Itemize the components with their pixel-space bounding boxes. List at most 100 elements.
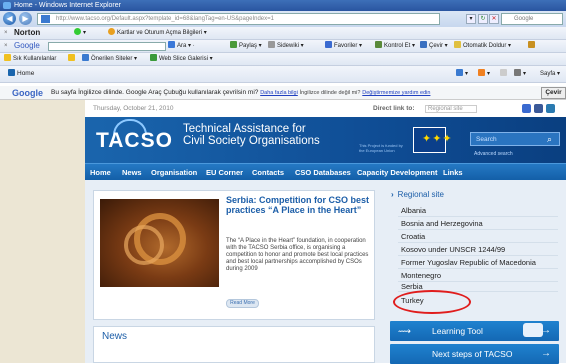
browser-search-input[interactable]: Google [501, 13, 563, 25]
learning-tool-icon [523, 323, 543, 337]
ie-icon [3, 2, 11, 9]
norton-safe-icon[interactable]: ▾ [74, 27, 86, 39]
google-search-button[interactable]: Ara ▾ · [168, 40, 195, 52]
arrow-right-icon: → [541, 325, 551, 336]
forward-arrow-icon[interactable]: ▶ [19, 12, 32, 25]
share-button[interactable]: Paylaş ▾ [230, 40, 262, 52]
turkey-highlight-circle [393, 290, 471, 314]
region-montenegro[interactable]: Montenegro [398, 269, 558, 282]
norton-brand: Norton [14, 28, 41, 37]
nav-capacity-development[interactable]: Capacity Development [357, 164, 437, 181]
news-heading: News [102, 331, 128, 342]
nav-news[interactable]: News [122, 164, 142, 181]
print-icon[interactable]: ▾ [514, 66, 526, 82]
url-field[interactable]: http://www.tacso.org/Default.aspx?templa… [37, 13, 440, 25]
translate-page-button[interactable]: Çevir [541, 87, 566, 99]
url-text: http://www.tacso.org/Default.aspx?templa… [56, 16, 274, 22]
favorites-star-button[interactable]: Favoriler ▾ [325, 40, 362, 52]
wrench-icon[interactable] [528, 40, 537, 52]
tacso-website: Thursday, October 21, 2010 Direct link t… [85, 100, 566, 364]
back-arrow-icon[interactable]: ◀ [3, 12, 16, 25]
regional-site-heading: › Regional site [391, 190, 444, 199]
advanced-search-link[interactable]: Advanced search [474, 151, 513, 157]
date-bar: Thursday, October 21, 2010 Direct link t… [85, 100, 566, 117]
norton-toolbar: × Norton ▾ Kartlar ve Oturum Açma Bilgil… [0, 27, 566, 40]
region-croatia[interactable]: Croatia [398, 230, 558, 243]
nav-links[interactable]: Links [443, 164, 463, 181]
eu-flag-icon: ✦✦✦ [413, 127, 452, 153]
site-search-placeholder: Search [476, 136, 497, 143]
dropdown-icon[interactable]: ▾ [466, 14, 476, 24]
regional-site-heading-label: Regional site [397, 190, 444, 199]
tab-home[interactable]: Home [8, 66, 34, 82]
autofill-label: Otomatik Doldur [463, 43, 507, 49]
page-menu-button[interactable]: Sayfa ▾ [540, 66, 560, 82]
next-steps-button[interactable]: Next steps of TACSO → [390, 344, 559, 364]
direct-link-label: Direct link to: [373, 105, 415, 112]
translate-message: Bu sayfa İngilizce dilinde. Google Araç … [51, 89, 259, 96]
refresh-icon[interactable]: ↻ [478, 14, 488, 24]
main-nav: Home News Organisation EU Corner Contact… [85, 163, 566, 180]
read-more-button[interactable]: Read More [226, 299, 259, 308]
rss-icon[interactable] [522, 104, 531, 113]
tacso-logo[interactable]: TACSO [96, 129, 173, 153]
sidewiki-label: Sidewiki [277, 43, 300, 49]
favorites-bar: Sık Kullanılanlar Önerilen Siteler ▾ Web… [0, 53, 566, 66]
chevron-right-icon: › [391, 190, 394, 199]
norton-close-icon[interactable]: × [4, 27, 8, 39]
translate-message-group: Bu sayfa İngilizce dilinde. Google Araç … [51, 86, 430, 100]
webslice-button[interactable]: Web Slice Galerisi ▾ [150, 53, 213, 65]
learning-tool-button[interactable]: ⟿ Learning Tool → [390, 321, 559, 341]
mail-icon[interactable] [500, 66, 509, 82]
more-info-link[interactable]: Daha fazla bilgi [260, 90, 298, 96]
favorites-label: Sık Kullanılanlar [13, 56, 57, 62]
google-toolbar-close-icon[interactable]: × [4, 40, 8, 52]
next-steps-label: Next steps of TACSO [432, 349, 513, 359]
featured-article-title[interactable]: Serbia: Competition for CSO best practic… [226, 195, 371, 215]
nav-organisation[interactable]: Organisation [151, 164, 197, 181]
search-icon[interactable]: ⌕ [547, 134, 552, 145]
google-toolbar-search-input[interactable] [48, 42, 166, 51]
linkedin-icon[interactable] [546, 104, 555, 113]
favorites-button[interactable]: Sık Kullanılanlar [4, 53, 56, 65]
featured-article-image[interactable] [100, 199, 219, 287]
region-albania[interactable]: Albania [398, 204, 558, 217]
sidewiki-button[interactable]: Sidewiki ▾ [268, 40, 304, 52]
nav-home[interactable]: Home [90, 164, 111, 181]
nav-eu-corner[interactable]: EU Corner [206, 164, 243, 181]
site-favicon-icon [41, 15, 50, 23]
browser-search-placeholder: Google [514, 16, 534, 22]
key-swirl-icon: ⟿ [398, 326, 411, 336]
tab-bar: Home ▾ ▾ ▾ Sayfa ▾ [0, 66, 566, 83]
page-menu-label: Sayfa [540, 71, 556, 77]
norton-cards-button[interactable]: Kartlar ve Oturum Açma Bilgileri ▾ [108, 27, 207, 39]
google-toolbar: × Google Ara ▾ · Paylaş ▾ Sidewiki ▾ Fav… [0, 40, 566, 53]
nav-cso-databases[interactable]: CSO Databases [295, 164, 351, 181]
translate-button[interactable]: Çevir ▾ [420, 40, 448, 52]
window-title: Home - Windows Internet Explorer [14, 2, 121, 9]
facebook-icon[interactable] [534, 104, 543, 113]
regional-site-select[interactable]: Regional site [425, 105, 477, 113]
region-kosovo[interactable]: Kosovo under UNSCR 1244/99 [398, 243, 558, 256]
address-bar-row: ◀ ▶ http://www.tacso.org/Default.aspx?te… [0, 11, 566, 27]
news-section: News [93, 326, 375, 363]
suggested-sites-button[interactable]: Önerilen Siteler ▾ [82, 53, 137, 65]
add-favorite-icon[interactable] [68, 53, 77, 65]
home-page-icon[interactable]: ▾ [456, 66, 468, 82]
tab-home-label: Home [17, 70, 35, 77]
region-macedonia[interactable]: Former Yugoslav Republic of Macedonia [398, 256, 558, 269]
webslice-label: Web Slice Galerisi [159, 56, 208, 62]
fix-language-link[interactable]: Değiştirmemize yardım edin [362, 90, 430, 96]
image-heart-ring-inner [124, 225, 164, 265]
spellcheck-button[interactable]: Kontrol Et ▾ [375, 40, 415, 52]
stop-icon[interactable]: ✕ [489, 14, 499, 24]
nav-contacts[interactable]: Contacts [252, 164, 284, 181]
site-banner: TACSO Technical Assistance for Civil Soc… [85, 117, 566, 163]
translate-hint: İngilizce dilinde değil mi? [299, 90, 361, 96]
feeds-icon[interactable]: ▾ [478, 66, 490, 82]
region-bosnia[interactable]: Bosnia and Herzegovina [398, 217, 558, 230]
featured-article-text: The “A Place in the Heart” foundation, i… [226, 238, 369, 272]
eu-funding-text: This Project is funded by the European U… [359, 143, 403, 153]
autofill-button[interactable]: Otomatik Doldur ▾ [454, 40, 511, 52]
suggested-sites-label: Önerilen Siteler [91, 56, 133, 62]
